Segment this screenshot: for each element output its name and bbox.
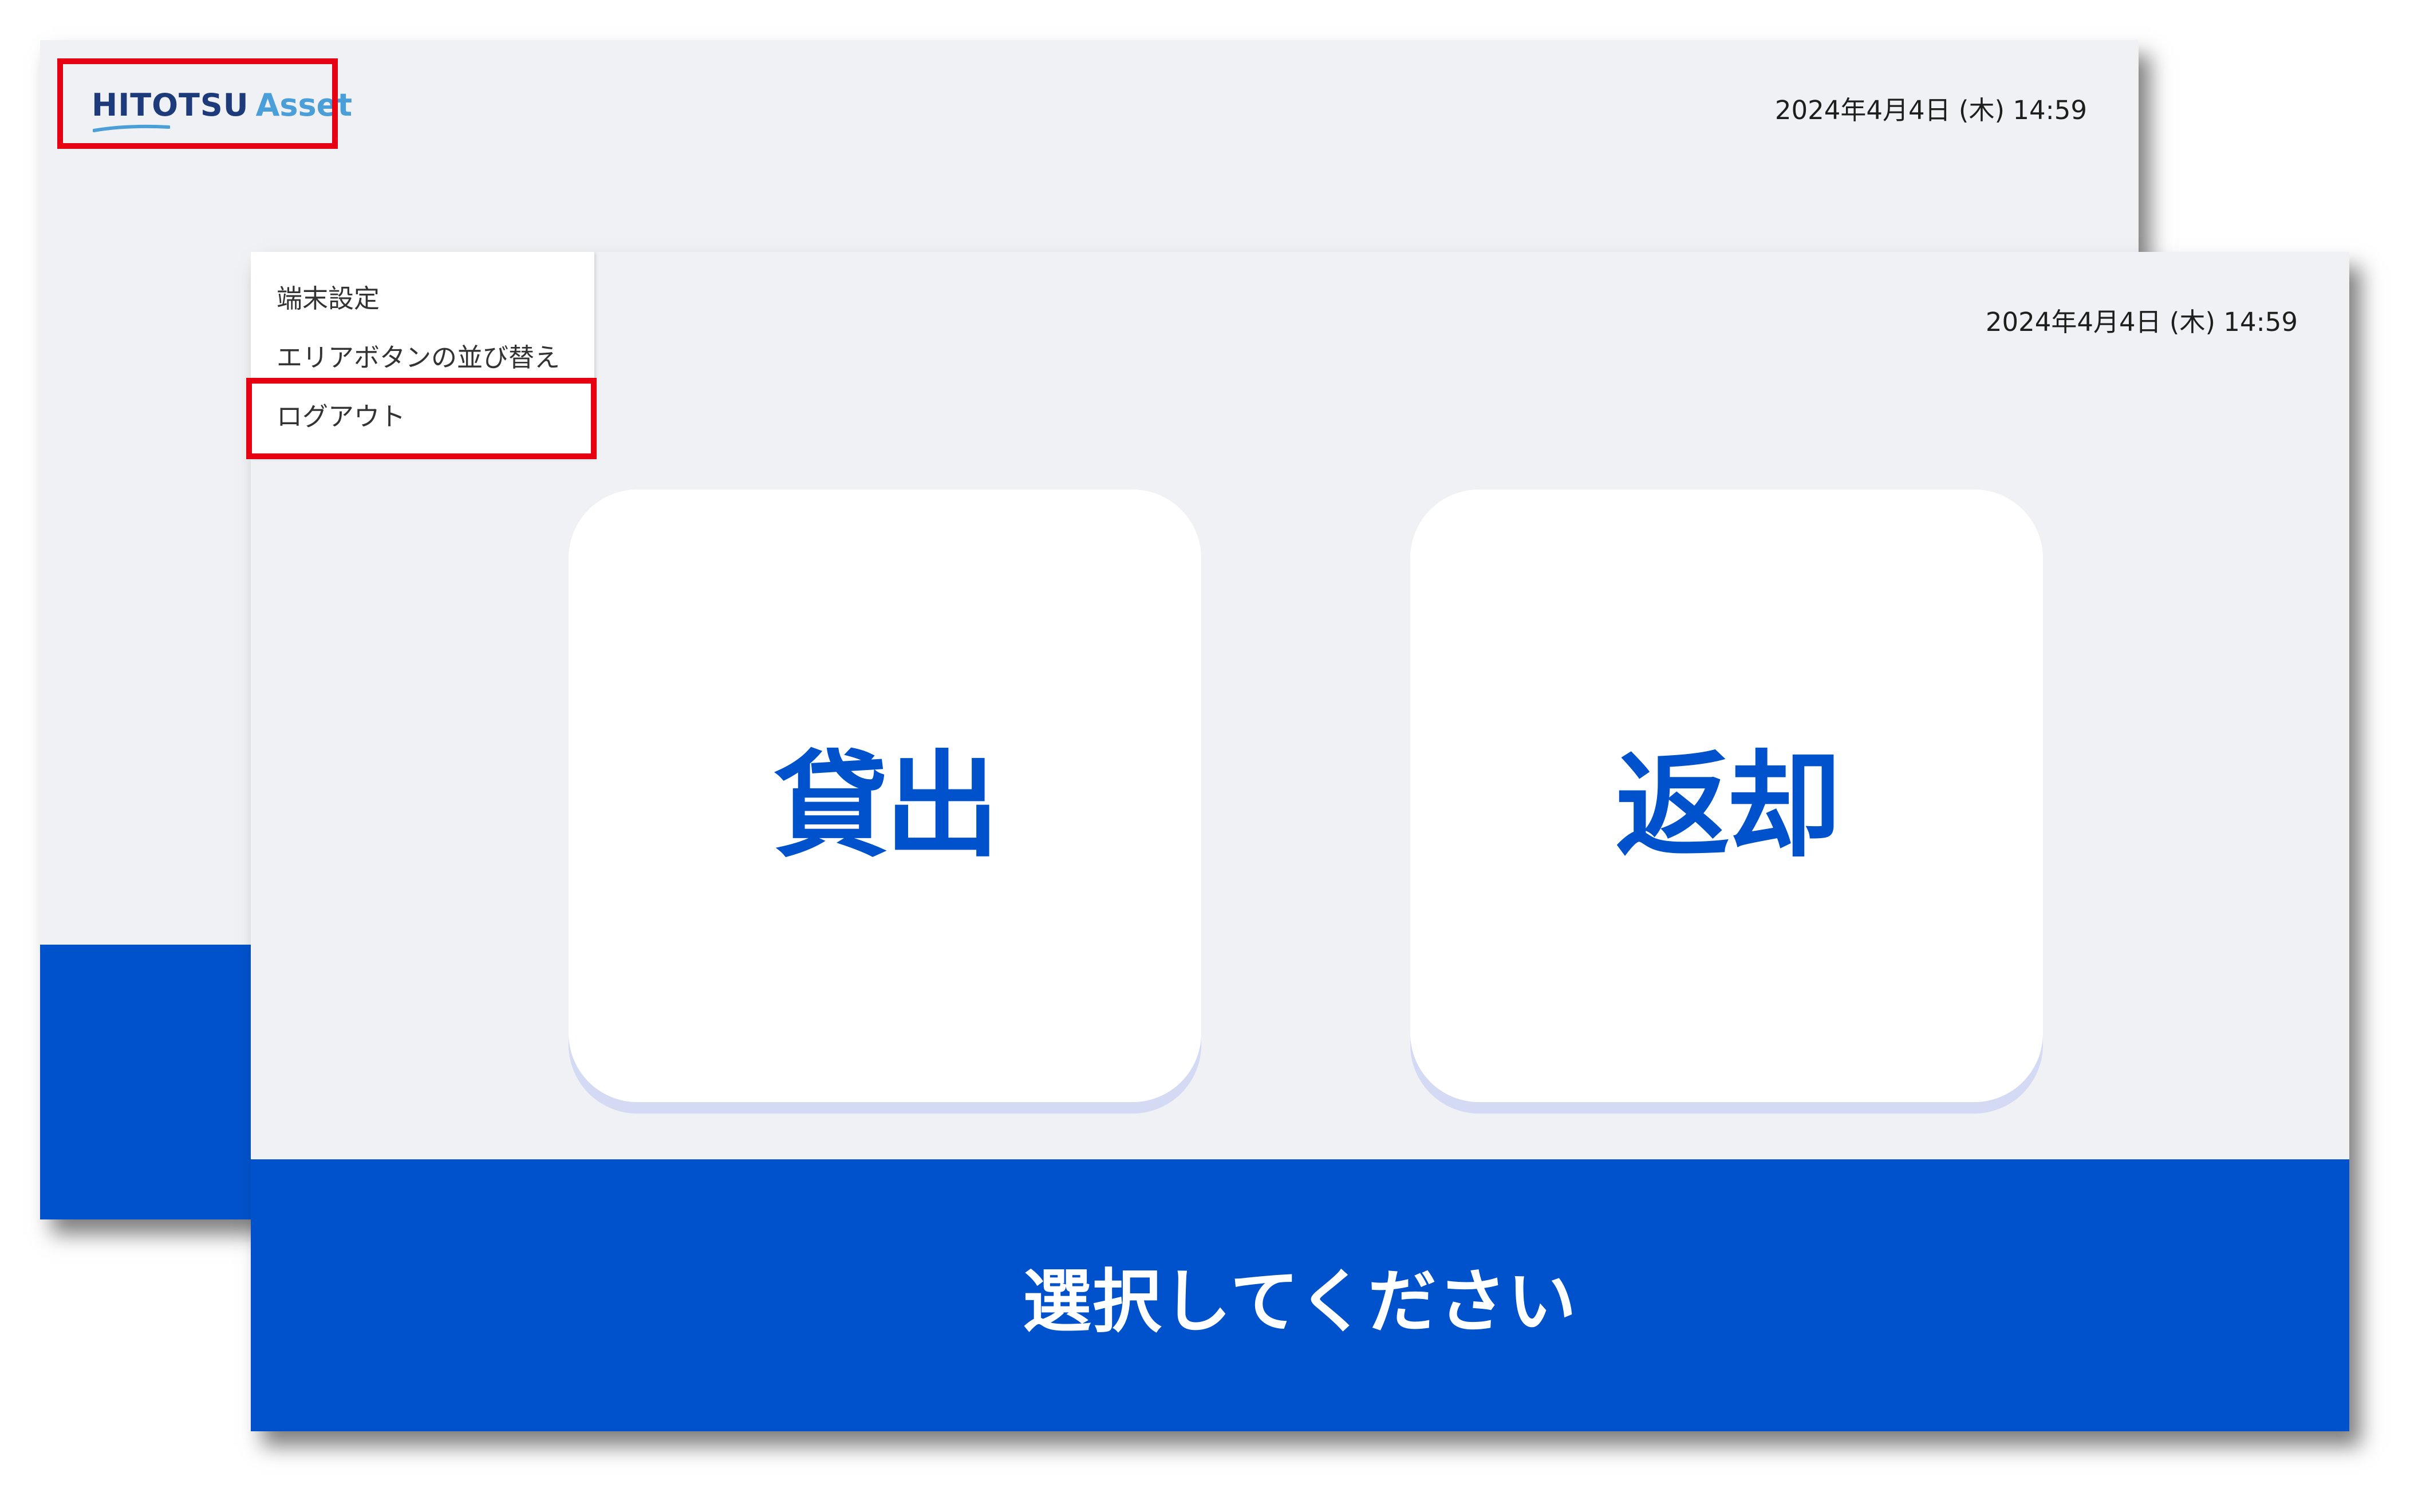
- back-datetime: 2024年4月4日 (木) 14:59: [1774, 95, 2087, 125]
- return-button[interactable]: 返却: [1410, 489, 2043, 1102]
- lend-button-label: 貸出: [774, 740, 999, 873]
- logo-highlight-box: [57, 58, 338, 149]
- lend-button[interactable]: 貸出: [569, 489, 1201, 1102]
- select-prompt: 選択してください: [1023, 1262, 1577, 1342]
- return-button-label: 返却: [1615, 740, 1841, 873]
- footer-bar: 選択してください: [251, 1159, 2349, 1431]
- front-datetime: 2024年4月4日 (木) 14:59: [1985, 307, 2298, 337]
- logout-highlight-box: [246, 378, 597, 459]
- menu-item-device-settings[interactable]: 端末設定: [251, 269, 594, 328]
